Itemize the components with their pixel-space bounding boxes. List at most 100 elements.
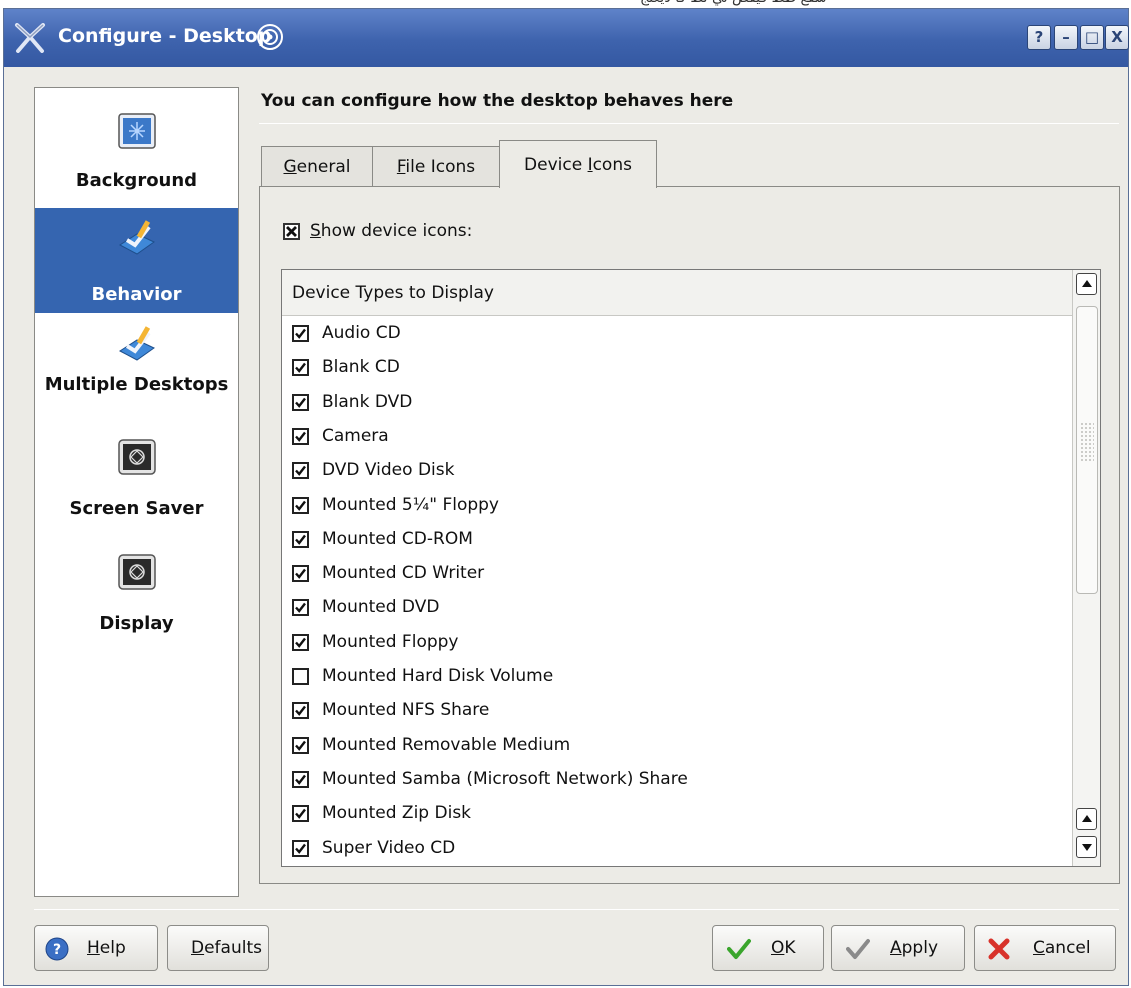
list-item[interactable]: Mounted 5¼" Floppy: [282, 490, 1072, 524]
scrollbar-thumb[interactable]: [1076, 306, 1098, 594]
maximize-button[interactable]: □: [1080, 25, 1104, 50]
screen-saver-icon: [118, 439, 156, 475]
checked-checkbox-icon[interactable]: [292, 702, 309, 720]
checked-checkbox-icon[interactable]: [292, 359, 309, 377]
spiral-icon: [257, 24, 283, 50]
unchecked-checkbox-icon[interactable]: [292, 668, 309, 685]
sidebar-item-screen-saver[interactable]: Screen Saver: [35, 428, 238, 528]
list-item[interactable]: Mounted CD-ROM: [282, 524, 1072, 558]
configure-desktop-window: Configure - Desktop ? – □ X Background B…: [3, 8, 1129, 986]
category-sidebar: Background Behavior Multiple Desktops Sc…: [34, 87, 239, 897]
scroll-top-button[interactable]: [1076, 273, 1097, 295]
minimize-button[interactable]: –: [1054, 25, 1078, 50]
vertical-scrollbar[interactable]: [1072, 270, 1100, 866]
checked-checkbox-icon[interactable]: [292, 599, 309, 617]
checked-checkbox-icon[interactable]: [292, 839, 309, 857]
show-device-icons-checkbox[interactable]: Show device icons:: [283, 221, 543, 247]
list-item-label: Mounted Removable Medium: [322, 734, 571, 755]
cancel-button[interactable]: Cancel: [974, 925, 1116, 971]
ok-button[interactable]: OK: [712, 925, 824, 971]
checked-checkbox-icon[interactable]: [292, 565, 309, 583]
apply-button[interactable]: Apply: [831, 925, 965, 971]
scroll-up-button[interactable]: [1076, 808, 1097, 830]
list-item[interactable]: Blank DVD: [282, 387, 1072, 421]
help-button[interactable]: ? Help: [34, 925, 158, 971]
behavior-icon: [119, 220, 155, 255]
list-item[interactable]: DVD Video Disk: [282, 455, 1072, 489]
column-header-label: Device Types to Display: [292, 283, 494, 303]
help-label: elp: [99, 938, 126, 958]
show-device-icons-label: how device icons:: [320, 221, 473, 241]
checkbox-x-icon: [283, 223, 300, 240]
checked-checkbox-icon[interactable]: [292, 462, 309, 480]
list-item[interactable]: Blank CD: [282, 352, 1072, 386]
list-item[interactable]: Mounted NFS Share: [282, 695, 1072, 729]
checked-checkbox-icon[interactable]: [292, 770, 309, 788]
sidebar-item-display[interactable]: Display: [35, 543, 238, 643]
cancel-label: ancel: [1044, 938, 1091, 958]
list-item[interactable]: Super Video CD: [282, 833, 1072, 867]
svg-text:?: ?: [53, 942, 61, 958]
list-item-label: Mounted Zip Disk: [322, 803, 472, 824]
list-item[interactable]: Mounted Hard Disk Volume: [282, 661, 1072, 695]
help-window-button[interactable]: ?: [1027, 25, 1051, 50]
checked-checkbox-icon[interactable]: [292, 633, 309, 651]
sidebar-item-label: Behavior: [91, 284, 182, 305]
sidebar-item-label: Screen Saver: [69, 498, 204, 519]
list-item-label: Blank DVD: [322, 391, 413, 412]
list-item-label: Mounted DVD: [322, 597, 440, 618]
list-item[interactable]: Audio CD: [282, 318, 1072, 352]
sidebar-item-label: Background: [75, 170, 198, 191]
display-icon: [118, 554, 156, 590]
list-item-label: Mounted CD-ROM: [322, 528, 473, 549]
list-item-label: Mounted Samba (Microsoft Network) Share: [322, 768, 688, 789]
checked-checkbox-icon[interactable]: [292, 736, 309, 754]
list-item-label: Mounted CD Writer: [322, 563, 485, 584]
list-item-label: Mounted Floppy: [322, 631, 459, 652]
list-item[interactable]: Mounted DVD: [282, 592, 1072, 626]
titlebar[interactable]: Configure - Desktop ? – □ X: [4, 9, 1129, 67]
list-item-label: Mounted NFS Share: [322, 700, 490, 721]
help-accel: H: [87, 938, 100, 958]
defaults-label: efaults: [204, 938, 262, 958]
checked-checkbox-icon[interactable]: [292, 325, 309, 342]
device-types-list[interactable]: Device Types to Display Audio CD Blank CD…: [281, 269, 1101, 867]
close-button[interactable]: X: [1105, 25, 1129, 50]
window-title: Configure - Desktop: [58, 25, 272, 47]
show-device-icons-accel: S: [310, 221, 321, 241]
list-item-label: Audio CD: [322, 323, 401, 343]
tab-file-icons[interactable]: File Icons: [372, 146, 500, 188]
sidebar-item-background[interactable]: Background: [35, 100, 238, 205]
ok-label: K: [784, 938, 796, 958]
sidebar-item-label: Display: [99, 613, 174, 634]
checked-checkbox-icon[interactable]: [292, 805, 309, 823]
list-item[interactable]: Mounted Floppy: [282, 627, 1072, 661]
kde-app-icon[interactable]: [14, 23, 46, 53]
list-item[interactable]: Mounted Samba (Microsoft Network) Share: [282, 764, 1072, 798]
ok-accel: O: [771, 938, 785, 958]
scroll-down-button[interactable]: [1076, 836, 1097, 858]
sidebar-item-label: Multiple Desktops: [44, 374, 229, 395]
list-item[interactable]: Mounted Removable Medium: [282, 730, 1072, 764]
tab-general[interactable]: General: [261, 146, 373, 188]
cancel-accel: C: [1033, 938, 1045, 958]
checked-checkbox-icon[interactable]: [292, 530, 309, 548]
checked-checkbox-icon[interactable]: [292, 393, 309, 411]
checked-checkbox-icon[interactable]: [292, 496, 309, 514]
tab-general-rest: eneral: [296, 157, 351, 177]
apply-check-icon: [846, 939, 870, 959]
list-item[interactable]: Mounted Zip Disk: [282, 798, 1072, 832]
tab-device-icons[interactable]: Device Icons: [499, 140, 657, 188]
sidebar-item-multiple-desktops[interactable]: Multiple Desktops: [35, 316, 238, 416]
tab-device-icons-pre: Device: [524, 155, 588, 175]
sidebar-item-behavior[interactable]: Behavior: [35, 208, 238, 313]
tab-device-icons-rest: cons: [592, 155, 632, 175]
list-column-header[interactable]: Device Types to Display: [282, 270, 1072, 316]
list-item[interactable]: Mounted CD Writer: [282, 558, 1072, 592]
list-item-label: Mounted Hard Disk Volume: [322, 666, 554, 686]
apply-label: pply: [901, 938, 939, 958]
defaults-button[interactable]: Defaults: [167, 925, 269, 971]
multiple-desktops-icon: [119, 326, 155, 361]
list-item[interactable]: Camera: [282, 421, 1072, 455]
checked-checkbox-icon[interactable]: [292, 427, 309, 445]
